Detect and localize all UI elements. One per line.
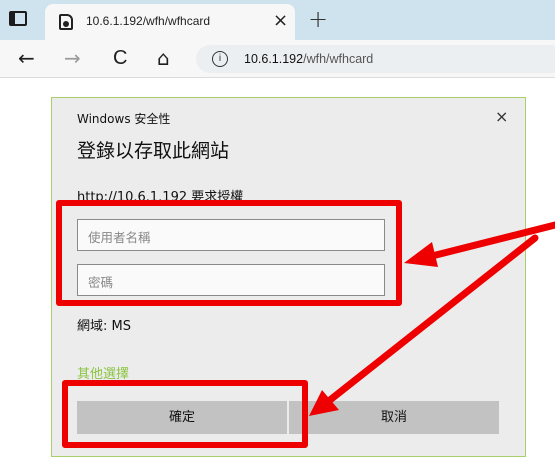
annotation-arrows [309,221,555,416]
arrow-head-credentials [404,242,438,267]
